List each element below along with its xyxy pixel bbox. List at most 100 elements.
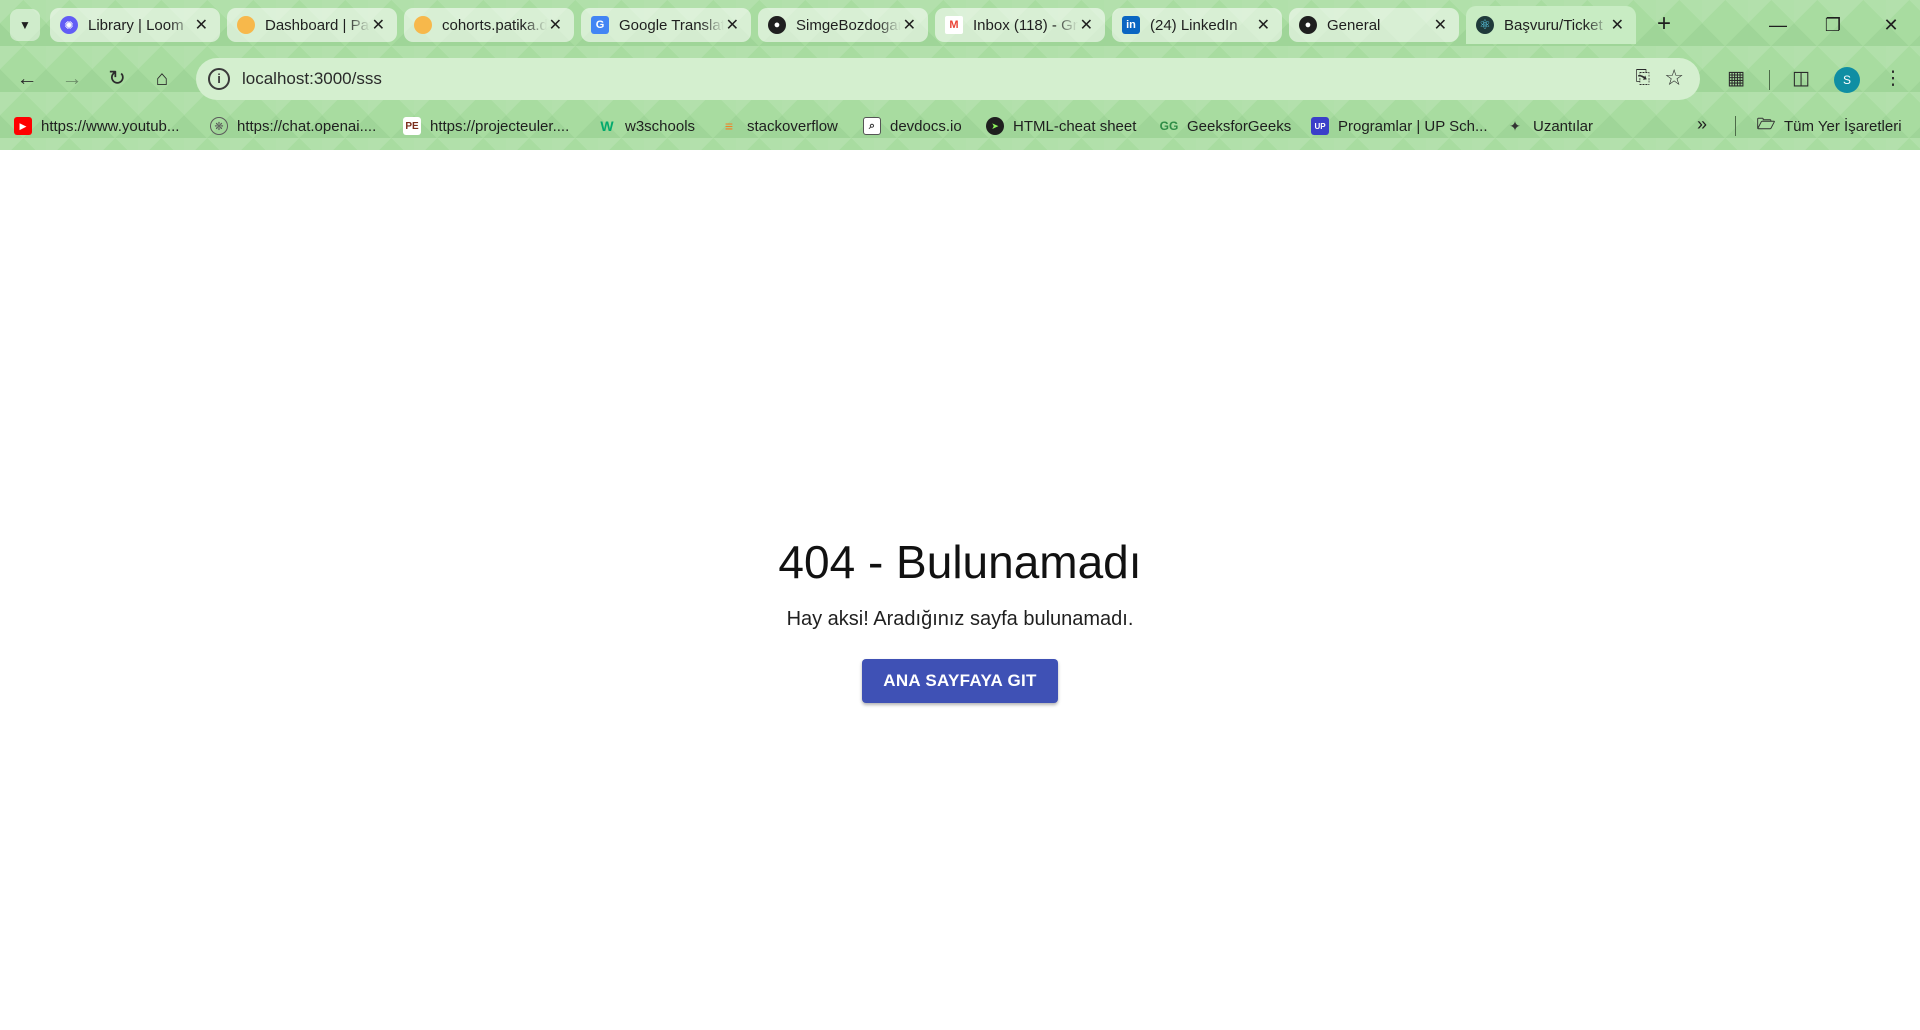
stackoverflow-icon: ≡ — [724, 118, 734, 134]
close-icon[interactable]: ✕ — [193, 15, 210, 35]
profile-avatar[interactable]: S — [1834, 67, 1860, 93]
url-text[interactable]: localhost:3000/sss — [242, 69, 382, 89]
restore-button[interactable]: ❐ — [1810, 8, 1856, 42]
address-bar[interactable]: i localhost:3000/sss ⎘ ☆ — [196, 58, 1700, 100]
arrow-right-icon: → — [61, 67, 83, 90]
bookmarks-divider — [1735, 116, 1736, 136]
folder-icon: 🗁 — [1756, 115, 1776, 133]
bookmark-label: Programlar | UP Sch... — [1338, 117, 1488, 135]
tab-title: General — [1327, 16, 1381, 34]
bookmark-chatgpt[interactable]: ❋ https://chat.openai.... — [210, 114, 376, 138]
close-icon[interactable]: ✕ — [724, 15, 741, 35]
bookmark-extensions[interactable]: ✦ Uzantılar — [1506, 114, 1593, 138]
arrow-left-icon: ← — [16, 67, 38, 90]
not-found-message: Hay aksi! Aradığınız sayfa bulunamadı. — [786, 608, 1134, 630]
tab-title: Inbox (118) - Gmail — [973, 16, 1078, 34]
more-bookmarks-chevron-icon[interactable]: » — [1697, 114, 1707, 135]
google-translate-icon: G — [591, 16, 609, 34]
bookmark-label: devdocs.io — [890, 117, 962, 135]
react-icon: ⚛ — [1476, 16, 1494, 34]
page-content: 404 - Bulunamadı Hay aksi! Aradığınız sa… — [0, 150, 1920, 1030]
bookmark-label: Uzantılar — [1533, 117, 1594, 135]
tab-cohorts[interactable]: cohorts.patika.dev ✕ — [404, 8, 574, 42]
youtube-icon: ▶ — [14, 117, 32, 135]
tab-title: Başvuru/Ticket — [1504, 16, 1603, 34]
devdocs-icon: ⌕ — [863, 117, 881, 135]
tab-search-button[interactable]: ▼ — [10, 9, 40, 41]
all-bookmarks-folder[interactable]: 🗁 Tüm Yer İşaretleri — [1757, 114, 1902, 138]
bookmark-star-icon[interactable]: ☆ — [1664, 65, 1684, 91]
close-icon[interactable]: ✕ — [901, 15, 918, 35]
bookmark-w3schools[interactable]: W w3schools — [598, 114, 695, 138]
site-info-icon[interactable]: i — [208, 68, 230, 90]
browser-chrome: ▼ ✺ Library | Loom ✕ Dashboard | Patika … — [0, 0, 1920, 150]
tab-general[interactable]: ● General ✕ — [1289, 8, 1459, 42]
reload-icon: ↻ — [108, 67, 126, 90]
window-close-button[interactable]: ✕ — [1868, 8, 1914, 42]
tab-title: SimgeBozdogan — [796, 16, 901, 34]
bookmark-label: Tüm Yer İşaretleri — [1784, 117, 1902, 135]
bookmark-label: HTML-cheat sheet — [1013, 117, 1137, 135]
patika-icon — [414, 16, 432, 34]
close-icon[interactable]: ✕ — [1609, 15, 1626, 35]
close-icon[interactable]: ✕ — [370, 15, 387, 35]
openai-icon: ❋ — [210, 117, 228, 135]
tab-title: Dashboard | Patika — [265, 16, 370, 34]
bookmark-projecteuler[interactable]: PE https://projecteuler.... — [403, 114, 569, 138]
extensions-button[interactable]: ▦ — [1719, 62, 1753, 96]
loom-icon: ✺ — [60, 16, 78, 34]
bookmark-upschool[interactable]: UP Programlar | UP Sch... — [1311, 114, 1488, 138]
close-icon[interactable]: ✕ — [1078, 15, 1095, 35]
tab-linkedin[interactable]: in (24) LinkedIn ✕ — [1112, 8, 1282, 42]
not-found-heading: 404 - Bulunamadı — [778, 536, 1142, 588]
install-app-icon[interactable]: ⎘ — [1636, 67, 1650, 88]
geeksforgeeks-icon: GG — [1159, 119, 1179, 133]
forward-button[interactable]: → — [55, 62, 89, 96]
tab-github-profile[interactable]: ● SimgeBozdogan ✕ — [758, 8, 928, 42]
tab-title: (24) LinkedIn — [1150, 16, 1238, 34]
tab-gmail[interactable]: M Inbox (118) - Gmail ✕ — [935, 8, 1105, 42]
linkedin-icon: in — [1122, 16, 1140, 34]
side-panel-icon: ◫ — [1792, 68, 1810, 89]
reload-button[interactable]: ↻ — [100, 62, 134, 96]
bookmark-label: https://projecteuler.... — [430, 117, 570, 135]
chevron-down-icon: ▼ — [19, 18, 31, 32]
bookmark-devdocs[interactable]: ⌕ devdocs.io — [863, 114, 962, 138]
tab-basvuru-active[interactable]: ⚛ Başvuru/Ticket ✕ — [1466, 6, 1636, 44]
bookmark-geeksforgeeks[interactable]: GG GeeksforGeeks — [1159, 114, 1292, 138]
close-icon[interactable]: ✕ — [547, 15, 564, 35]
puzzle-icon: ▦ — [1727, 68, 1745, 89]
github-icon: ● — [768, 16, 786, 34]
side-panel-button[interactable]: ◫ — [1784, 62, 1818, 96]
menu-button[interactable]: ⋮ — [1876, 62, 1910, 96]
back-button[interactable]: ← — [10, 62, 44, 96]
bookmark-label: w3schools — [625, 117, 696, 135]
bookmark-html-cheatsheet[interactable]: ➤ HTML-cheat sheet — [986, 114, 1136, 138]
home-button[interactable]: ⌂ — [145, 62, 179, 96]
puzzle-icon: ✦ — [1509, 117, 1521, 134]
tab-strip: ▼ ✺ Library | Loom ✕ Dashboard | Patika … — [0, 0, 1920, 50]
tab-title: Library | Loom — [88, 16, 184, 34]
tab-google-translate[interactable]: G Google Translate ✕ — [581, 8, 751, 42]
tab-title: Google Translate — [619, 16, 724, 34]
github-icon: ● — [1299, 16, 1317, 34]
bookmark-youtube[interactable]: ▶ https://www.youtub... — [14, 114, 179, 138]
bookmark-label: https://www.youtub... — [41, 117, 180, 135]
cheatsheet-icon: ➤ — [986, 117, 1004, 135]
upschool-icon: UP — [1311, 117, 1329, 135]
toolbar-divider — [1769, 70, 1770, 90]
tab-loom[interactable]: ✺ Library | Loom ✕ — [50, 8, 220, 42]
tab-dashboard[interactable]: Dashboard | Patika ✕ — [227, 8, 397, 42]
minimize-button[interactable]: — — [1755, 8, 1801, 42]
close-icon[interactable]: ✕ — [1255, 15, 1272, 35]
bookmark-label: https://chat.openai.... — [237, 117, 377, 135]
bookmarks-bar: ▶ https://www.youtub... ❋ https://chat.o… — [0, 110, 1920, 140]
close-icon[interactable]: ✕ — [1432, 15, 1449, 35]
bookmark-label: GeeksforGeeks — [1187, 117, 1292, 135]
bookmark-stackoverflow[interactable]: ≡ stackoverflow — [720, 114, 838, 138]
new-tab-button[interactable]: + — [1649, 10, 1679, 40]
tab-title: cohorts.patika.dev — [442, 16, 547, 34]
w3schools-icon: W — [600, 118, 614, 134]
kebab-menu-icon: ⋮ — [1883, 68, 1903, 89]
go-home-button[interactable]: ANA SAYFAYA GIT — [862, 659, 1058, 703]
